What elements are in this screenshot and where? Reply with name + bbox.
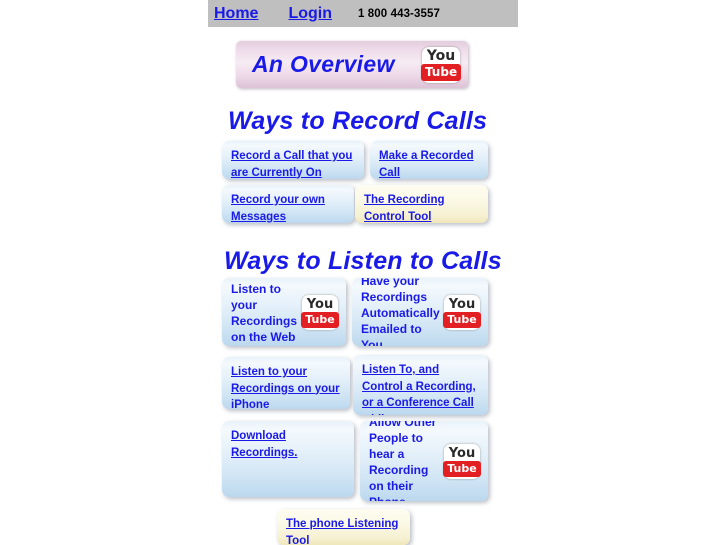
- youtube-icon-you-text: You: [448, 296, 476, 312]
- card-content: Download Recordings.: [222, 421, 354, 497]
- top-navigation-bar: Home Login 1 800 443-3557: [208, 0, 518, 27]
- card-listen-recordings-on-iphone[interactable]: Listen to your Recordings on your iPhone: [222, 357, 350, 409]
- card-content: Record your own Messages: [222, 185, 354, 223]
- card-content: Make a Recorded Call: [370, 141, 488, 179]
- youtube-icon-tube-text: Tube: [443, 311, 481, 328]
- card-label[interactable]: The phone Listening Tool: [286, 516, 402, 545]
- card-icon-slot: You Tube: [443, 295, 481, 330]
- nav-link-home[interactable]: Home: [214, 5, 258, 23]
- section-heading-listen: Ways to Listen to Calls: [224, 247, 502, 275]
- phone-number: 1 800 443-3557: [358, 7, 440, 20]
- card-content: The Recording Control Tool: [355, 185, 488, 223]
- card-content: Have your Recordings Automatically Email…: [352, 278, 488, 346]
- card-label[interactable]: Listen to your Recordings on your iPhone: [231, 364, 342, 409]
- youtube-icon-you-text: You: [426, 47, 456, 64]
- youtube-icon[interactable]: You Tube: [443, 295, 481, 330]
- card-download-recordings[interactable]: Download Recordings.: [222, 421, 354, 497]
- card-make-a-recorded-call[interactable]: Make a Recorded Call: [370, 141, 488, 179]
- card-label[interactable]: Make a Recorded Call: [379, 148, 480, 179]
- section-heading-record: Ways to Record Calls: [228, 107, 488, 135]
- card-label[interactable]: Listen To, and Control a Recording, or a…: [362, 362, 480, 415]
- card-content: Listen to your Recordings on the Web You…: [222, 278, 346, 346]
- card-content: Allow Other People to hear a Recording o…: [360, 421, 488, 501]
- card-the-recording-control-tool[interactable]: The Recording Control Tool: [355, 185, 488, 223]
- youtube-icon-you-text: You: [306, 296, 334, 312]
- card-label[interactable]: The Recording Control Tool: [364, 192, 480, 223]
- youtube-icon-tube-text: Tube: [443, 460, 481, 477]
- card-label[interactable]: Download Recordings.: [231, 428, 346, 461]
- card-icon-slot: You Tube: [443, 444, 481, 479]
- card-listen-recordings-on-web[interactable]: Listen to your Recordings on the Web You…: [222, 278, 346, 346]
- card-label[interactable]: Record your own Messages: [231, 192, 346, 223]
- card-icon-slot: You Tube: [301, 295, 339, 330]
- overview-banner: An Overview You Tube: [236, 41, 468, 88]
- card-content: The phone Listening Tool: [277, 509, 410, 545]
- card-recordings-automatically-emailed[interactable]: Have your Recordings Automatically Email…: [352, 278, 488, 346]
- card-content: Listen To, and Control a Recording, or a…: [353, 355, 488, 415]
- card-label[interactable]: Allow Other People to hear a Recording o…: [369, 421, 440, 501]
- youtube-icon-you-text: You: [448, 445, 476, 461]
- card-listen-and-control-recording[interactable]: Listen To, and Control a Recording, or a…: [353, 355, 488, 415]
- youtube-icon[interactable]: You Tube: [443, 444, 481, 479]
- youtube-icon[interactable]: You Tube: [420, 46, 462, 83]
- card-content: Record a Call that you are Currently On: [222, 141, 364, 179]
- youtube-icon[interactable]: You Tube: [301, 295, 339, 330]
- youtube-icon-tube-text: Tube: [420, 63, 462, 81]
- card-record-your-own-messages[interactable]: Record your own Messages: [222, 185, 354, 223]
- card-the-phone-listening-tool[interactable]: The phone Listening Tool: [277, 509, 410, 545]
- card-label[interactable]: Have your Recordings Automatically Email…: [361, 278, 440, 346]
- nav-link-login[interactable]: Login: [288, 5, 332, 23]
- youtube-icon-tube-text: Tube: [301, 311, 339, 328]
- card-label[interactable]: Record a Call that you are Currently On: [231, 148, 356, 179]
- card-content: Listen to your Recordings on your iPhone: [222, 357, 350, 409]
- card-allow-others-hear-recording[interactable]: Allow Other People to hear a Recording o…: [360, 421, 488, 501]
- card-label[interactable]: Listen to your Recordings on the Web: [231, 281, 298, 345]
- card-record-a-call-currently-on[interactable]: Record a Call that you are Currently On: [222, 141, 364, 179]
- page-title: An Overview: [252, 51, 395, 77]
